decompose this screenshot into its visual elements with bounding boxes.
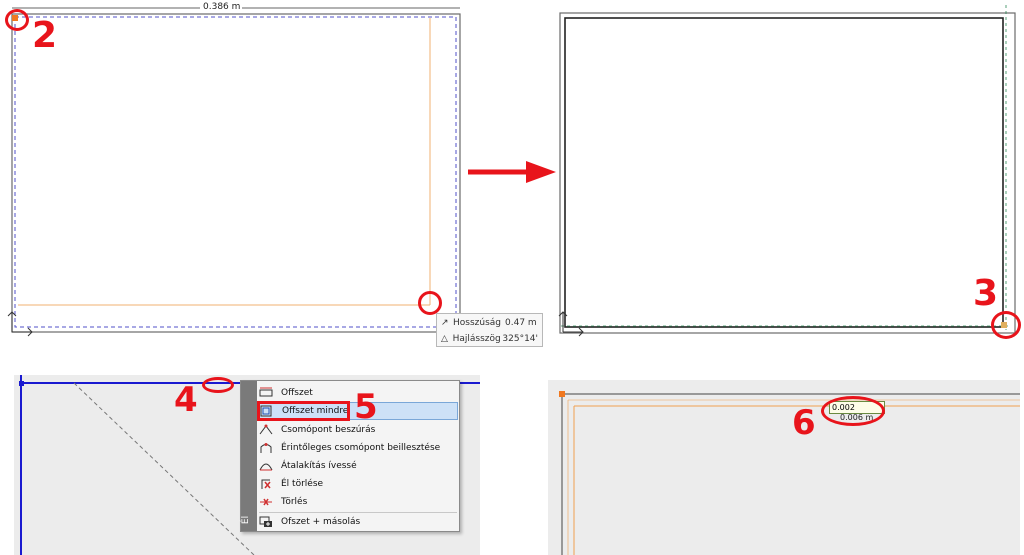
- tooltip-row-length: ↗ Hosszúság 0.47 m: [441, 315, 538, 331]
- delete-icon: [260, 498, 272, 506]
- highlight-circle-end-node: [418, 291, 442, 315]
- panel-top-right: 3: [555, 0, 1024, 345]
- menu-item-label: Átalakítás ívessé: [281, 461, 357, 471]
- tooltip-label: Hajlásszög: [452, 334, 501, 344]
- length-icon: ↗: [441, 318, 449, 328]
- menu-item-label: Törlés: [281, 497, 308, 507]
- convert-arc-icon: [259, 463, 273, 471]
- drawing-canvas-right[interactable]: [555, 0, 1024, 345]
- tooltip-label: Hosszúság: [453, 318, 501, 328]
- offset-icon: [259, 387, 273, 397]
- highlight-circle-start-node: [5, 9, 29, 31]
- menu-side-label: Él: [241, 515, 252, 525]
- step-label-3: 3: [973, 273, 999, 314]
- insert-node-icon: [259, 424, 273, 435]
- panel-top-left: 0.386 m 2: [0, 0, 470, 345]
- highlight-circle-corner: [991, 311, 1021, 339]
- right-arrow-icon: [468, 161, 556, 183]
- dimension-label: 0.386 m: [203, 2, 241, 12]
- menu-item-tangent-node[interactable]: Érintőleges csomópont beillesztése: [259, 439, 440, 457]
- panel-bottom-left: 4 Él Offszet Offszet mindre Csomópont be…: [14, 375, 480, 555]
- menu-item-label: Él törlése: [281, 479, 324, 489]
- measure-tooltip: ↗ Hosszúság 0.47 m △ Hajlásszög 325°14': [436, 313, 543, 347]
- tooltip-value: 0.47 m: [505, 318, 537, 328]
- offset-copy-icon: [259, 516, 272, 527]
- menu-item-label: Ofszet + másolás: [281, 517, 361, 527]
- menu-item-label: Érintőleges csomópont beillesztése: [281, 443, 441, 453]
- menu-item-offset[interactable]: Offszet: [259, 384, 313, 402]
- menu-item-delete[interactable]: Törlés: [259, 493, 307, 511]
- step-label-5: 5: [354, 387, 378, 427]
- highlight-circle-edge-click: [202, 377, 234, 393]
- menu-item-convert-arc[interactable]: Átalakítás ívessé: [259, 457, 357, 475]
- menu-item-offset-copy[interactable]: Ofszet + másolás: [259, 513, 360, 531]
- tooltip-row-angle: △ Hajlásszög 325°14': [441, 331, 538, 347]
- highlight-circle-input: [821, 396, 885, 426]
- delete-edge-icon: [261, 479, 271, 489]
- drawing-canvas-offset[interactable]: [548, 380, 1020, 555]
- panel-bottom-right: 0.006 m 6: [548, 380, 1020, 555]
- step-label-4: 4: [174, 380, 198, 420]
- angle-icon: △: [441, 334, 448, 344]
- menu-side-strip: Él: [241, 381, 257, 531]
- menu-item-delete-edge[interactable]: Él törlése: [259, 475, 323, 493]
- step-label-6: 6: [792, 403, 816, 443]
- tangent-node-icon: [260, 443, 272, 453]
- menu-item-label: Offszet: [281, 388, 313, 398]
- step-label-2: 2: [32, 15, 58, 56]
- menu-highlight-box: [257, 401, 350, 421]
- tooltip-value: 325°14': [502, 334, 538, 344]
- drawing-canvas-left[interactable]: [0, 0, 470, 345]
